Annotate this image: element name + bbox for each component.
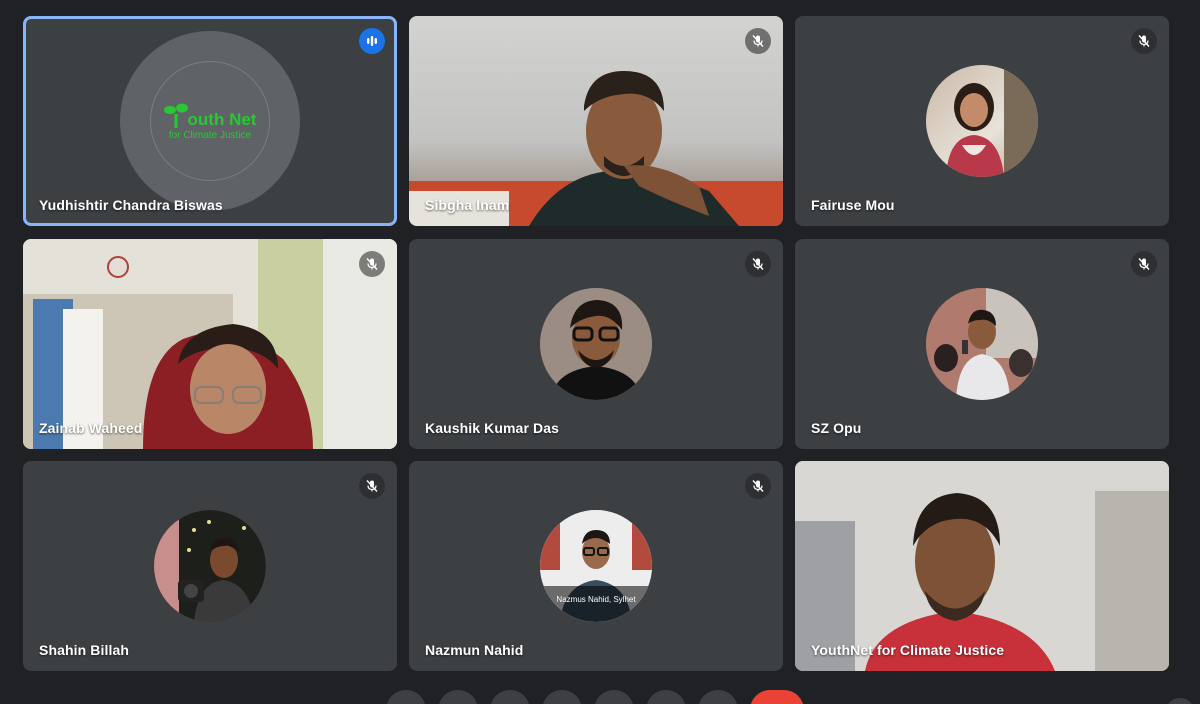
youthnet-logo-avatar: outh Net for Climate Justice <box>120 31 300 211</box>
participant-name: SZ Opu <box>811 420 862 436</box>
participant-name: YouthNet for Climate Justice <box>811 642 1005 658</box>
avatar <box>926 65 1038 177</box>
audio-level-icon <box>359 28 385 54</box>
participant-tile-youthnet[interactable]: YouthNet for Climate Justice <box>795 461 1169 671</box>
participant-video <box>409 71 783 226</box>
participant-tile-sibgha[interactable]: Sibgha Inam <box>409 16 783 226</box>
end-call-button[interactable] <box>750 690 804 704</box>
participant-video <box>23 239 397 449</box>
reactions-button[interactable] <box>646 690 686 704</box>
avatar: Nazmus Nahid, Sylhet <box>540 510 652 622</box>
participant-tile-yudhishtir[interactable]: outh Net for Climate Justice Yudhishtir … <box>23 16 397 226</box>
call-controls-toolbar <box>0 690 1200 704</box>
participant-name: Yudhishtir Chandra Biswas <box>39 197 223 213</box>
participant-name: Nazmun Nahid <box>425 642 524 658</box>
participant-tile-zainab[interactable]: Zainab Waheed <box>23 239 397 449</box>
captions-button[interactable] <box>490 690 530 704</box>
sprout-icon <box>163 103 188 128</box>
camera-button[interactable] <box>438 690 478 704</box>
mic-off-icon <box>1131 251 1157 277</box>
logo-subtitle: for Climate Justice <box>168 129 252 141</box>
avatar <box>154 510 266 622</box>
participant-video <box>795 461 1169 671</box>
avatar-caption: Nazmus Nahid, Sylhet <box>556 595 636 604</box>
more-options-button[interactable] <box>698 690 738 704</box>
present-button[interactable] <box>594 690 634 704</box>
participant-name: Shahin Billah <box>39 642 129 658</box>
participant-name: Zainab Waheed <box>39 420 143 436</box>
avatar <box>540 288 652 400</box>
participant-tile-fairuse[interactable]: Fairuse Mou <box>795 16 1169 226</box>
raise-hand-button[interactable] <box>542 690 582 704</box>
info-button[interactable] <box>1165 698 1195 704</box>
mic-off-icon <box>359 251 385 277</box>
logo-title-text: outh Net <box>187 109 257 129</box>
participant-name: Sibgha Inam <box>425 197 510 213</box>
participant-tile-szopu[interactable]: SZ Opu <box>795 239 1169 449</box>
mic-off-icon <box>745 28 771 54</box>
mic-off-icon <box>1131 28 1157 54</box>
mic-off-icon <box>359 473 385 499</box>
participant-name: Kaushik Kumar Das <box>425 420 559 436</box>
participant-tile-nazmun[interactable]: Nazmus Nahid, Sylhet Nazmun Nahid <box>409 461 783 671</box>
participant-tile-shahin[interactable]: Shahin Billah <box>23 461 397 671</box>
avatar <box>926 288 1038 400</box>
participant-name: Fairuse Mou <box>811 197 895 213</box>
logo-title: outh Net <box>163 102 257 129</box>
mic-off-icon <box>745 473 771 499</box>
participant-tile-kaushik[interactable]: Kaushik Kumar Das <box>409 239 783 449</box>
mic-off-icon <box>745 251 771 277</box>
mic-button[interactable] <box>386 690 426 704</box>
